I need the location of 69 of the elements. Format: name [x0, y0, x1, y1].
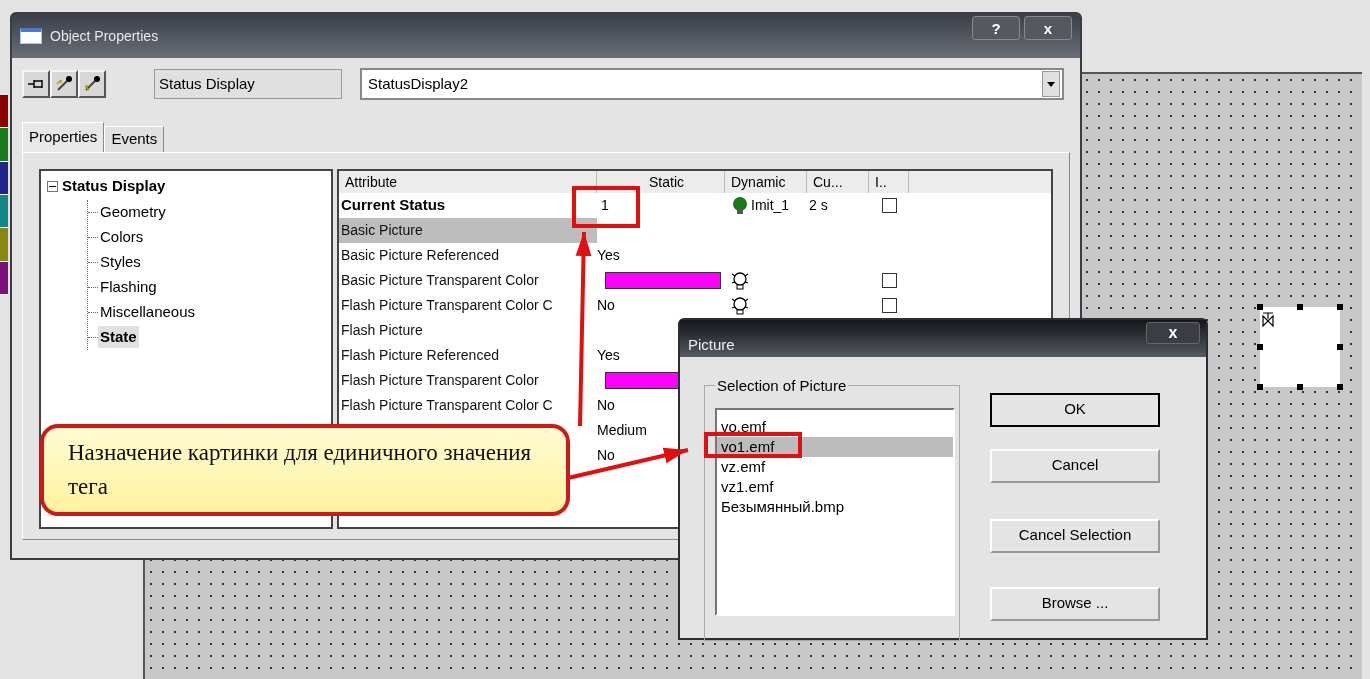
callout-text: Назначение картинки для единичного значения тега — [68, 439, 533, 501]
resize-handle[interactable] — [1257, 384, 1263, 390]
checkbox[interactable] — [881, 198, 897, 213]
pipette-button[interactable] — [50, 70, 78, 98]
palette-swatch[interactable] — [0, 128, 8, 162]
close-button[interactable]: x — [1146, 322, 1200, 344]
object-type-field: Status Display — [154, 69, 342, 99]
resize-handle[interactable] — [1337, 304, 1343, 310]
dialog-button[interactable]: Cancel Selection — [990, 518, 1160, 553]
update-cycle[interactable]: 2 s — [809, 197, 828, 213]
dialog-button[interactable]: OK — [990, 392, 1160, 427]
pipette-button[interactable] — [78, 70, 106, 98]
resize-handle[interactable] — [1337, 384, 1343, 390]
resize-handle[interactable] — [1257, 344, 1263, 350]
color-swatch[interactable] — [605, 272, 721, 289]
column-header[interactable]: I.. — [869, 171, 909, 193]
pin-button[interactable] — [22, 70, 50, 98]
palette-swatch[interactable] — [0, 161, 8, 195]
resize-handle[interactable] — [1337, 344, 1343, 350]
selected-object[interactable] — [1260, 307, 1340, 387]
close-button[interactable]: x — [1024, 16, 1072, 40]
tree-item[interactable]: Flashing — [98, 275, 159, 299]
tab[interactable]: Events — [104, 126, 165, 152]
tree-item[interactable]: Geometry — [98, 200, 168, 224]
caret-icon — [1042, 71, 1060, 97]
palette-swatch[interactable] — [0, 261, 8, 295]
dialog-button[interactable]: Cancel — [990, 448, 1160, 483]
palette-swatch[interactable] — [0, 95, 8, 129]
list-item[interactable]: vz.emf — [717, 456, 953, 477]
checkbox[interactable] — [881, 273, 897, 288]
column-header[interactable]: Static — [597, 171, 725, 193]
tag-name[interactable]: Imit_1 — [751, 195, 790, 216]
pipette-icon — [55, 75, 73, 93]
column-header[interactable]: Cu... — [807, 171, 869, 193]
object-name-dropdown[interactable]: StatusDisplay2 — [360, 68, 1064, 100]
static-value[interactable]: Yes — [597, 345, 620, 366]
static-value[interactable]: 1 — [597, 195, 609, 216]
tree-item[interactable]: Miscellaneous — [98, 300, 198, 324]
attribute-name[interactable]: Basic Picture — [339, 218, 597, 243]
tree-item[interactable]: Colors — [98, 225, 146, 249]
valve-icon — [1262, 311, 1274, 327]
collapse-icon[interactable] — [47, 180, 58, 192]
tree-item[interactable]: State — [98, 325, 139, 349]
static-value[interactable]: Yes — [597, 245, 620, 266]
tree-item[interactable]: Styles — [98, 250, 143, 274]
palette-swatch[interactable] — [0, 228, 8, 262]
tree-item[interactable]: Status Display — [62, 175, 166, 198]
static-value[interactable]: No — [597, 445, 615, 466]
list-item[interactable]: vo1.emf — [717, 436, 953, 457]
highlight-frame — [572, 186, 640, 228]
list-item[interactable]: vo.emf — [717, 416, 953, 437]
resize-handle[interactable] — [1297, 304, 1303, 310]
static-value[interactable]: Medium — [597, 420, 647, 441]
resize-handle[interactable] — [1297, 384, 1303, 390]
static-value[interactable]: No — [597, 295, 615, 316]
window-title: Object Properties — [50, 26, 159, 46]
checkbox[interactable] — [881, 298, 897, 313]
column-header[interactable]: Dynamic — [725, 171, 807, 193]
help-button[interactable]: ? — [972, 16, 1020, 40]
resize-handle[interactable] — [1257, 304, 1263, 310]
list-item[interactable]: Безымянный.bmp — [717, 496, 953, 517]
tab[interactable]: Properties — [22, 122, 105, 152]
list-item[interactable]: vz1.emf — [717, 476, 953, 497]
dialog-title: Picture — [688, 335, 735, 355]
static-value[interactable]: No — [597, 395, 615, 416]
window-icon — [20, 28, 42, 44]
dialog-button[interactable]: Browse ... — [990, 586, 1160, 621]
palette-swatch[interactable] — [0, 195, 8, 229]
pipette-icon — [83, 75, 101, 93]
